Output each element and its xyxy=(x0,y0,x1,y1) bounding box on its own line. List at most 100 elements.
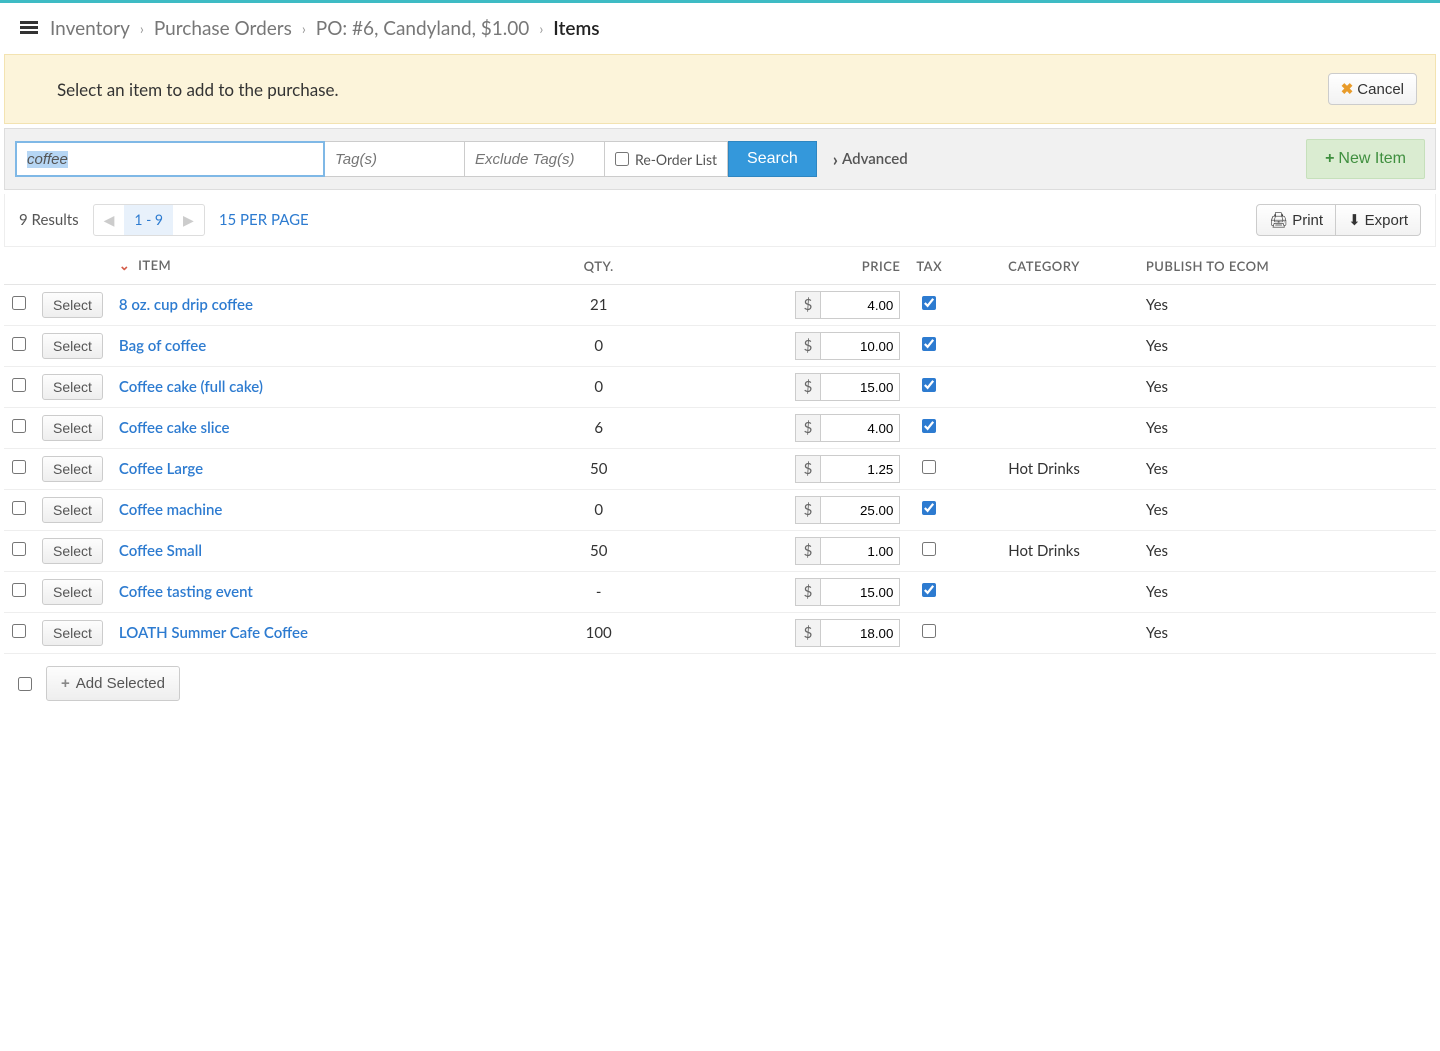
tax-checkbox[interactable] xyxy=(922,419,936,433)
col-item[interactable]: ⌄ ITEM xyxy=(111,247,549,285)
price-input[interactable] xyxy=(820,578,900,606)
table-row: SelectCoffee Large50$Hot DrinksYes xyxy=(4,449,1436,490)
row-checkbox[interactable] xyxy=(12,501,26,515)
row-checkbox[interactable] xyxy=(12,542,26,556)
pager-range[interactable]: 1 - 9 xyxy=(124,205,173,235)
cancel-button[interactable]: ✖ Cancel xyxy=(1328,73,1417,105)
search-input[interactable] xyxy=(15,141,325,177)
qty-value: 21 xyxy=(549,285,648,326)
add-selected-button[interactable]: Add Selected xyxy=(46,666,180,701)
print-button[interactable]: 🖨 Print xyxy=(1256,204,1336,236)
row-checkbox[interactable] xyxy=(12,378,26,392)
search-button[interactable]: Search xyxy=(728,141,817,177)
row-checkbox[interactable] xyxy=(12,419,26,433)
item-link[interactable]: Coffee tasting event xyxy=(119,583,253,601)
col-ecom[interactable]: PUBLISH TO ECOM xyxy=(1138,247,1436,285)
category-value xyxy=(950,613,1138,654)
category-value xyxy=(950,408,1138,449)
select-row-button[interactable]: Select xyxy=(42,415,103,441)
qty-value: 50 xyxy=(549,531,648,572)
tags-input[interactable] xyxy=(325,141,465,177)
currency-prefix: $ xyxy=(795,537,821,565)
price-input[interactable] xyxy=(820,537,900,565)
select-row-button[interactable]: Select xyxy=(42,456,103,482)
row-checkbox[interactable] xyxy=(12,583,26,597)
col-category[interactable]: CATEGORY xyxy=(950,247,1138,285)
reorder-checkbox[interactable] xyxy=(615,152,629,166)
col-qty[interactable]: QTY. xyxy=(549,247,648,285)
tax-checkbox[interactable] xyxy=(922,583,936,597)
item-link[interactable]: 8 oz. cup drip coffee xyxy=(119,296,253,314)
table-row: SelectCoffee Small50$Hot DrinksYes xyxy=(4,531,1436,572)
exclude-tags-input[interactable] xyxy=(465,141,605,177)
item-link[interactable]: Coffee cake (full cake) xyxy=(119,378,263,396)
table-row: SelectCoffee cake (full cake)0$Yes xyxy=(4,367,1436,408)
category-value xyxy=(950,326,1138,367)
reorder-label: Re-Order List xyxy=(635,151,717,168)
price-input[interactable] xyxy=(820,373,900,401)
select-row-button[interactable]: Select xyxy=(42,579,103,605)
pager-prev[interactable]: ◀ xyxy=(94,205,125,235)
tax-checkbox[interactable] xyxy=(922,337,936,351)
category-value xyxy=(950,490,1138,531)
breadcrumb-purchase-orders[interactable]: Purchase Orders xyxy=(154,17,292,40)
new-item-label: New Item xyxy=(1338,150,1406,168)
reorder-list-toggle[interactable]: Re-Order List xyxy=(605,141,728,177)
per-page-select[interactable]: 15 PER PAGE xyxy=(219,211,309,229)
info-alert: Select an item to add to the purchase. ✖… xyxy=(4,54,1436,124)
qty-value: 0 xyxy=(549,367,648,408)
advanced-toggle[interactable]: Advanced xyxy=(833,148,908,170)
table-row: SelectLOATH Summer Cafe Coffee100$Yes xyxy=(4,613,1436,654)
row-checkbox[interactable] xyxy=(12,296,26,310)
close-icon: ✖ xyxy=(1341,80,1354,98)
tax-checkbox[interactable] xyxy=(922,460,936,474)
export-button[interactable]: ⬇ Export xyxy=(1336,204,1421,236)
tax-checkbox[interactable] xyxy=(922,378,936,392)
cancel-label: Cancel xyxy=(1357,81,1404,98)
chevron-right-icon: › xyxy=(539,20,543,37)
select-row-button[interactable]: Select xyxy=(42,538,103,564)
chevron-right-icon: › xyxy=(140,20,144,37)
price-input[interactable] xyxy=(820,291,900,319)
price-input[interactable] xyxy=(820,332,900,360)
category-value xyxy=(950,367,1138,408)
row-checkbox[interactable] xyxy=(12,337,26,351)
breadcrumb-po-detail[interactable]: PO: #6, Candyland, $1.00 xyxy=(316,17,530,40)
item-link[interactable]: Coffee Small xyxy=(119,542,202,560)
tax-checkbox[interactable] xyxy=(922,296,936,310)
qty-value: 0 xyxy=(549,490,648,531)
new-item-button[interactable]: New Item xyxy=(1306,139,1425,179)
ecom-value: Yes xyxy=(1138,408,1436,449)
select-row-button[interactable]: Select xyxy=(42,374,103,400)
item-link[interactable]: Bag of coffee xyxy=(119,337,206,355)
item-link[interactable]: Coffee Large xyxy=(119,460,203,478)
tax-checkbox[interactable] xyxy=(922,624,936,638)
tax-checkbox[interactable] xyxy=(922,501,936,515)
currency-prefix: $ xyxy=(795,291,821,319)
print-icon: 🖨 xyxy=(1269,211,1288,229)
select-all-footer-checkbox[interactable] xyxy=(18,677,32,691)
price-input[interactable] xyxy=(820,455,900,483)
select-row-button[interactable]: Select xyxy=(42,333,103,359)
advanced-label: Advanced xyxy=(842,150,908,168)
row-checkbox[interactable] xyxy=(12,460,26,474)
price-input[interactable] xyxy=(820,414,900,442)
item-link[interactable]: LOATH Summer Cafe Coffee xyxy=(119,624,308,642)
price-input[interactable] xyxy=(820,496,900,524)
ecom-value: Yes xyxy=(1138,531,1436,572)
plus-icon xyxy=(61,675,70,692)
breadcrumb-inventory[interactable]: Inventory xyxy=(50,17,130,40)
tax-checkbox[interactable] xyxy=(922,542,936,556)
ecom-value: Yes xyxy=(1138,326,1436,367)
item-link[interactable]: Coffee cake slice xyxy=(119,419,230,437)
select-row-button[interactable]: Select xyxy=(42,620,103,646)
col-tax[interactable]: TAX xyxy=(908,247,950,285)
price-input[interactable] xyxy=(820,619,900,647)
breadcrumb-items: Items xyxy=(553,17,599,40)
item-link[interactable]: Coffee machine xyxy=(119,501,222,519)
select-row-button[interactable]: Select xyxy=(42,292,103,318)
select-row-button[interactable]: Select xyxy=(42,497,103,523)
pager-next[interactable]: ▶ xyxy=(173,205,204,235)
col-price[interactable]: PRICE xyxy=(648,247,908,285)
row-checkbox[interactable] xyxy=(12,624,26,638)
